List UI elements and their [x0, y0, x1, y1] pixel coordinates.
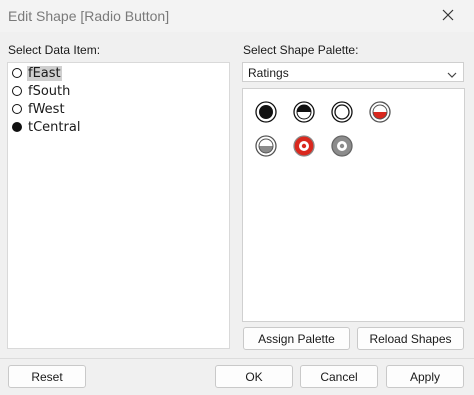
- radio-filled-icon: [12, 122, 22, 132]
- close-icon[interactable]: [440, 7, 456, 23]
- filled-circle-icon[interactable]: [255, 101, 277, 123]
- list-item-fwest[interactable]: fWest: [12, 100, 66, 118]
- data-item-label: Select Data Item:: [8, 43, 101, 57]
- assign-palette-button[interactable]: Assign Palette: [243, 327, 350, 350]
- ring-circle-icon[interactable]: [331, 101, 353, 123]
- reload-shapes-button[interactable]: Reload Shapes: [357, 327, 464, 350]
- shape-grid: [242, 88, 465, 322]
- radio-empty-icon: [12, 86, 22, 96]
- red-target-circle-icon[interactable]: [293, 135, 315, 157]
- palette-dropdown[interactable]: Ratings: [242, 62, 464, 82]
- radio-empty-icon: [12, 68, 22, 78]
- apply-button[interactable]: Apply: [386, 365, 464, 388]
- half-filled-circle-icon[interactable]: [293, 101, 315, 123]
- list-item-label: tCentral: [28, 119, 81, 135]
- red-half-circle-icon[interactable]: [369, 101, 391, 123]
- palette-selected-value: Ratings: [248, 66, 289, 80]
- list-item-label: fEast: [27, 65, 62, 81]
- list-item-fsouth[interactable]: fSouth: [12, 82, 71, 100]
- list-item-feast[interactable]: fEast: [12, 64, 62, 82]
- gray-target-circle-icon[interactable]: [331, 135, 353, 157]
- list-item-label: fSouth: [28, 83, 71, 99]
- radio-empty-icon: [12, 104, 22, 114]
- cancel-button[interactable]: Cancel: [300, 365, 378, 388]
- title-bar: Edit Shape [Radio Button]: [0, 0, 474, 32]
- ok-button[interactable]: OK: [215, 365, 293, 388]
- footer-divider: [0, 358, 474, 359]
- gray-half-circle-icon[interactable]: [255, 135, 277, 157]
- list-item-tcentral[interactable]: tCentral: [12, 118, 81, 136]
- list-item-label: fWest: [28, 101, 65, 117]
- reset-button[interactable]: Reset: [8, 365, 86, 388]
- chevron-down-icon: [447, 68, 457, 78]
- palette-label: Select Shape Palette:: [243, 43, 359, 57]
- data-item-list[interactable]: fEast fSouth fWest tCentral: [7, 62, 230, 349]
- window-title: Edit Shape [Radio Button]: [8, 8, 170, 24]
